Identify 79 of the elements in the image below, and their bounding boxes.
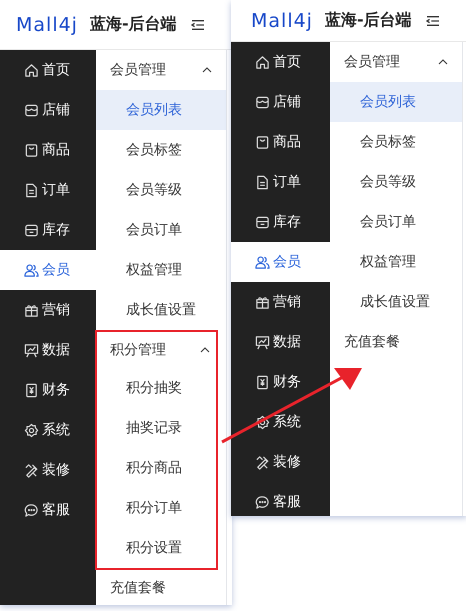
menu-item[interactable]: 会员: [231, 242, 330, 282]
menu-item[interactable]: 客服: [0, 490, 96, 530]
menu-item[interactable]: 首页: [231, 42, 330, 82]
chevron-icon: [438, 59, 448, 65]
menu-item[interactable]: 营销: [231, 282, 330, 322]
gear-icon: [255, 414, 270, 430]
submenu-item[interactable]: 成长值设置: [96, 290, 226, 330]
shop-icon: [255, 94, 270, 110]
bag-icon: [24, 142, 39, 158]
submenu-group[interactable]: 会员管理: [330, 42, 462, 82]
collapse-icon[interactable]: [426, 14, 440, 26]
menu-item[interactable]: 系统: [231, 402, 330, 442]
menu-item[interactable]: 装修: [231, 442, 330, 482]
chevron-icon: [200, 347, 210, 353]
menu-item[interactable]: 装修: [0, 450, 96, 490]
logo: Mall4j: [251, 10, 313, 32]
gear-icon: [24, 422, 39, 438]
home-icon: [255, 54, 270, 70]
submenu-group[interactable]: 会员管理: [96, 50, 226, 90]
chat-icon: [255, 494, 270, 510]
box-icon: [255, 214, 270, 230]
submenu-item[interactable]: 积分商品: [97, 448, 216, 488]
document-icon: [24, 182, 39, 198]
submenu-item[interactable]: 会员列表: [96, 90, 226, 130]
submenu-item[interactable]: 抽奖记录: [97, 408, 216, 448]
submenu-item[interactable]: 积分订单: [97, 488, 216, 528]
menu-item[interactable]: 系统: [0, 410, 96, 450]
submenu-item[interactable]: 积分抽奖: [97, 368, 216, 408]
menu-item[interactable]: 首页: [0, 50, 96, 90]
submenu-item[interactable]: 权益管理: [330, 242, 462, 282]
gift-icon: [24, 302, 39, 318]
menu-item[interactable]: 库存: [231, 202, 330, 242]
menu-item[interactable]: 店铺: [0, 90, 96, 130]
users-icon: [255, 254, 270, 270]
home-icon: [24, 62, 39, 78]
shop-icon: [24, 102, 39, 118]
submenu-item[interactable]: 积分设置: [97, 528, 216, 568]
submenu-item[interactable]: 会员订单: [96, 210, 226, 250]
receipt-icon: [255, 374, 270, 390]
menu-item[interactable]: 数据: [0, 330, 96, 370]
users-icon: [24, 262, 39, 278]
app-title: 蓝海-后台端: [90, 14, 177, 35]
menu-item[interactable]: 订单: [0, 170, 96, 210]
menu-item[interactable]: 订单: [231, 162, 330, 202]
brush-icon: [255, 454, 270, 470]
menu-item[interactable]: 客服: [231, 482, 330, 516]
menu-item[interactable]: 商品: [0, 130, 96, 170]
menu-item[interactable]: 会员: [0, 250, 96, 290]
chart-icon: [255, 334, 270, 350]
menu-item[interactable]: 财务: [231, 362, 330, 402]
menu-item[interactable]: 库存: [0, 210, 96, 250]
submenu-group[interactable]: 积分管理: [97, 332, 216, 368]
submenu-item[interactable]: 会员订单: [330, 202, 462, 242]
document-icon: [255, 174, 270, 190]
submenu-item[interactable]: 充值套餐: [96, 570, 226, 605]
submenu-item[interactable]: 权益管理: [96, 250, 226, 290]
chart-icon: [24, 342, 39, 358]
bag-icon: [255, 134, 270, 150]
collapse-icon[interactable]: [190, 18, 205, 30]
logo: Mall4j: [16, 14, 78, 36]
submenu-item[interactable]: 会员等级: [330, 162, 462, 202]
brush-icon: [24, 462, 39, 478]
submenu-item[interactable]: 会员标签: [96, 130, 226, 170]
menu-item[interactable]: 店铺: [231, 82, 330, 122]
submenu-item[interactable]: 会员标签: [330, 122, 462, 162]
submenu-item[interactable]: 会员列表: [330, 82, 462, 122]
menu-item[interactable]: 数据: [231, 322, 330, 362]
submenu-item[interactable]: 会员等级: [96, 170, 226, 210]
submenu-item[interactable]: 充值套餐: [330, 322, 462, 362]
chat-icon: [24, 502, 39, 518]
submenu-item[interactable]: 成长值设置: [330, 282, 462, 322]
receipt-icon: [24, 382, 39, 398]
menu-item[interactable]: 营销: [0, 290, 96, 330]
app-title: 蓝海-后台端: [324, 10, 412, 31]
chevron-icon: [202, 67, 212, 73]
gift-icon: [255, 294, 270, 310]
box-icon: [24, 222, 39, 238]
menu-item[interactable]: 财务: [0, 370, 96, 410]
menu-item[interactable]: 商品: [231, 122, 330, 162]
